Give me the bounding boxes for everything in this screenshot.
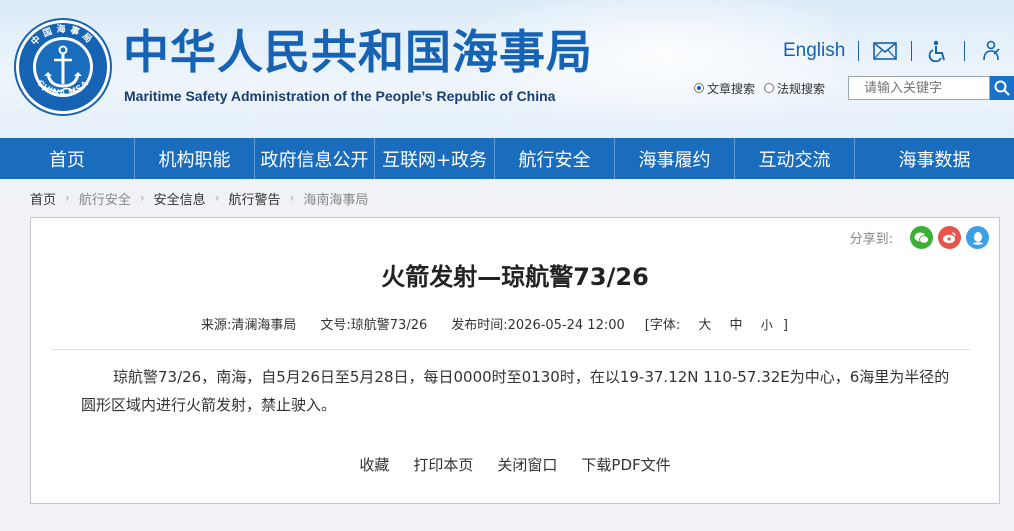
header-tools: English bbox=[783, 38, 1004, 64]
nav-item-interaction[interactable]: 互动交流 bbox=[735, 138, 855, 179]
site-subtitle: Maritime Safety Administration of the Pe… bbox=[124, 88, 556, 104]
nav-item-compliance[interactable]: 海事履约 bbox=[615, 138, 735, 179]
english-link[interactable]: English bbox=[783, 40, 845, 62]
breadcrumb-hainan-msa[interactable]: 海南海事局 bbox=[303, 189, 368, 208]
breadcrumb-chevron-icon: › bbox=[139, 191, 145, 205]
nav-item-home[interactable]: 首页 bbox=[0, 138, 135, 179]
search-button[interactable] bbox=[990, 76, 1014, 100]
breadcrumb-nav-safety[interactable]: 航行安全 bbox=[79, 189, 131, 208]
font-size-close: ] bbox=[782, 318, 788, 333]
breadcrumb-safety-info[interactable]: 安全信息 bbox=[154, 189, 206, 208]
article-source: 来源:清澜海事局 bbox=[201, 318, 297, 333]
favorite-button[interactable]: 收藏 bbox=[359, 454, 389, 475]
close-window-button[interactable]: 关闭窗口 bbox=[497, 454, 557, 475]
font-size-large[interactable]: 大 bbox=[698, 318, 711, 333]
radio-selected-icon[interactable] bbox=[694, 83, 704, 93]
share-bar: 分享到: bbox=[850, 226, 989, 249]
article-title: 火箭发射—琼航警73/26 bbox=[381, 263, 649, 291]
wechat-icon[interactable] bbox=[910, 226, 933, 249]
site-header: 中国海事局 CHINA MSA 中华人民共和国海事局 Maritime Safe… bbox=[0, 0, 1014, 138]
search-option-law[interactable]: 法规搜索 bbox=[764, 80, 825, 97]
breadcrumb-chevron-icon: › bbox=[214, 191, 220, 205]
font-size-control: [字体: 大 中 小 ] bbox=[645, 314, 788, 333]
font-size-label: [字体: bbox=[644, 318, 681, 333]
main-nav: 首页 机构职能 政府信息公开 互联网+政务 航行安全 海事履约 互动交流 海事数… bbox=[0, 138, 1014, 179]
qq-icon[interactable] bbox=[966, 226, 989, 249]
breadcrumb: 首页 › 航行安全 › 安全信息 › 航行警告 › 海南海事局 bbox=[30, 189, 368, 208]
search-input[interactable] bbox=[848, 76, 990, 100]
nav-item-nav-safety[interactable]: 航行安全 bbox=[495, 138, 615, 179]
print-button[interactable]: 打印本页 bbox=[413, 454, 473, 475]
font-size-small[interactable]: 小 bbox=[761, 318, 773, 332]
elder-mode-icon[interactable] bbox=[978, 40, 1004, 62]
site-title[interactable]: 中华人民共和国海事局 bbox=[123, 24, 593, 80]
article-publish-time: 发布时间:2026-05-24 12:00 bbox=[451, 318, 625, 333]
article-panel: 分享到: 火箭发射—琼航警73/26 来源:清澜海事局 文号:琼航警73/26 … bbox=[30, 217, 1000, 504]
accessibility-icon[interactable] bbox=[925, 40, 951, 62]
search-option-article[interactable]: 文章搜索 bbox=[694, 80, 755, 97]
search-type-options: 文章搜索 法规搜索 bbox=[694, 76, 834, 100]
download-pdf-button[interactable]: 下载PDF文件 bbox=[581, 454, 670, 475]
article-doc-number: 文号:琼航警73/26 bbox=[320, 318, 428, 333]
search-icon bbox=[994, 80, 1010, 96]
nav-item-gov-info[interactable]: 政府信息公开 bbox=[255, 138, 375, 179]
search-option-article-label: 文章搜索 bbox=[707, 81, 756, 96]
radio-unselected-icon[interactable] bbox=[764, 83, 775, 93]
share-label: 分享到: bbox=[849, 232, 893, 247]
article-meta: 来源:清澜海事局 文号:琼航警73/26 发布时间:2026-05-24 12:… bbox=[201, 314, 788, 333]
font-size-medium[interactable]: 中 bbox=[730, 318, 743, 333]
meta-divider bbox=[52, 349, 970, 350]
tools-divider bbox=[911, 41, 913, 61]
article-actions: 收藏 打印本页 关闭窗口 下载PDF文件 bbox=[31, 454, 999, 475]
weibo-icon[interactable] bbox=[938, 226, 961, 249]
nav-item-data[interactable]: 海事数据 bbox=[855, 138, 1014, 179]
article-body: 琼航警73/26，南海，自5月26日至5月28日，每日0000时至0130时，在… bbox=[81, 368, 950, 414]
breadcrumb-nav-warning[interactable]: 航行警告 bbox=[228, 189, 280, 208]
msa-emblem-icon[interactable]: 中国海事局 CHINA MSA bbox=[14, 18, 112, 116]
mail-icon[interactable] bbox=[872, 40, 898, 62]
breadcrumb-chevron-icon: › bbox=[65, 191, 70, 205]
nav-item-internet-gov[interactable]: 互联网+政务 bbox=[375, 138, 495, 179]
breadcrumb-chevron-icon: › bbox=[289, 191, 295, 205]
tools-divider bbox=[964, 41, 966, 61]
breadcrumb-home[interactable]: 首页 bbox=[30, 189, 56, 208]
tools-divider bbox=[858, 41, 860, 61]
nav-item-functions[interactable]: 机构职能 bbox=[135, 138, 255, 179]
search-option-law-label: 法规搜索 bbox=[777, 81, 826, 96]
